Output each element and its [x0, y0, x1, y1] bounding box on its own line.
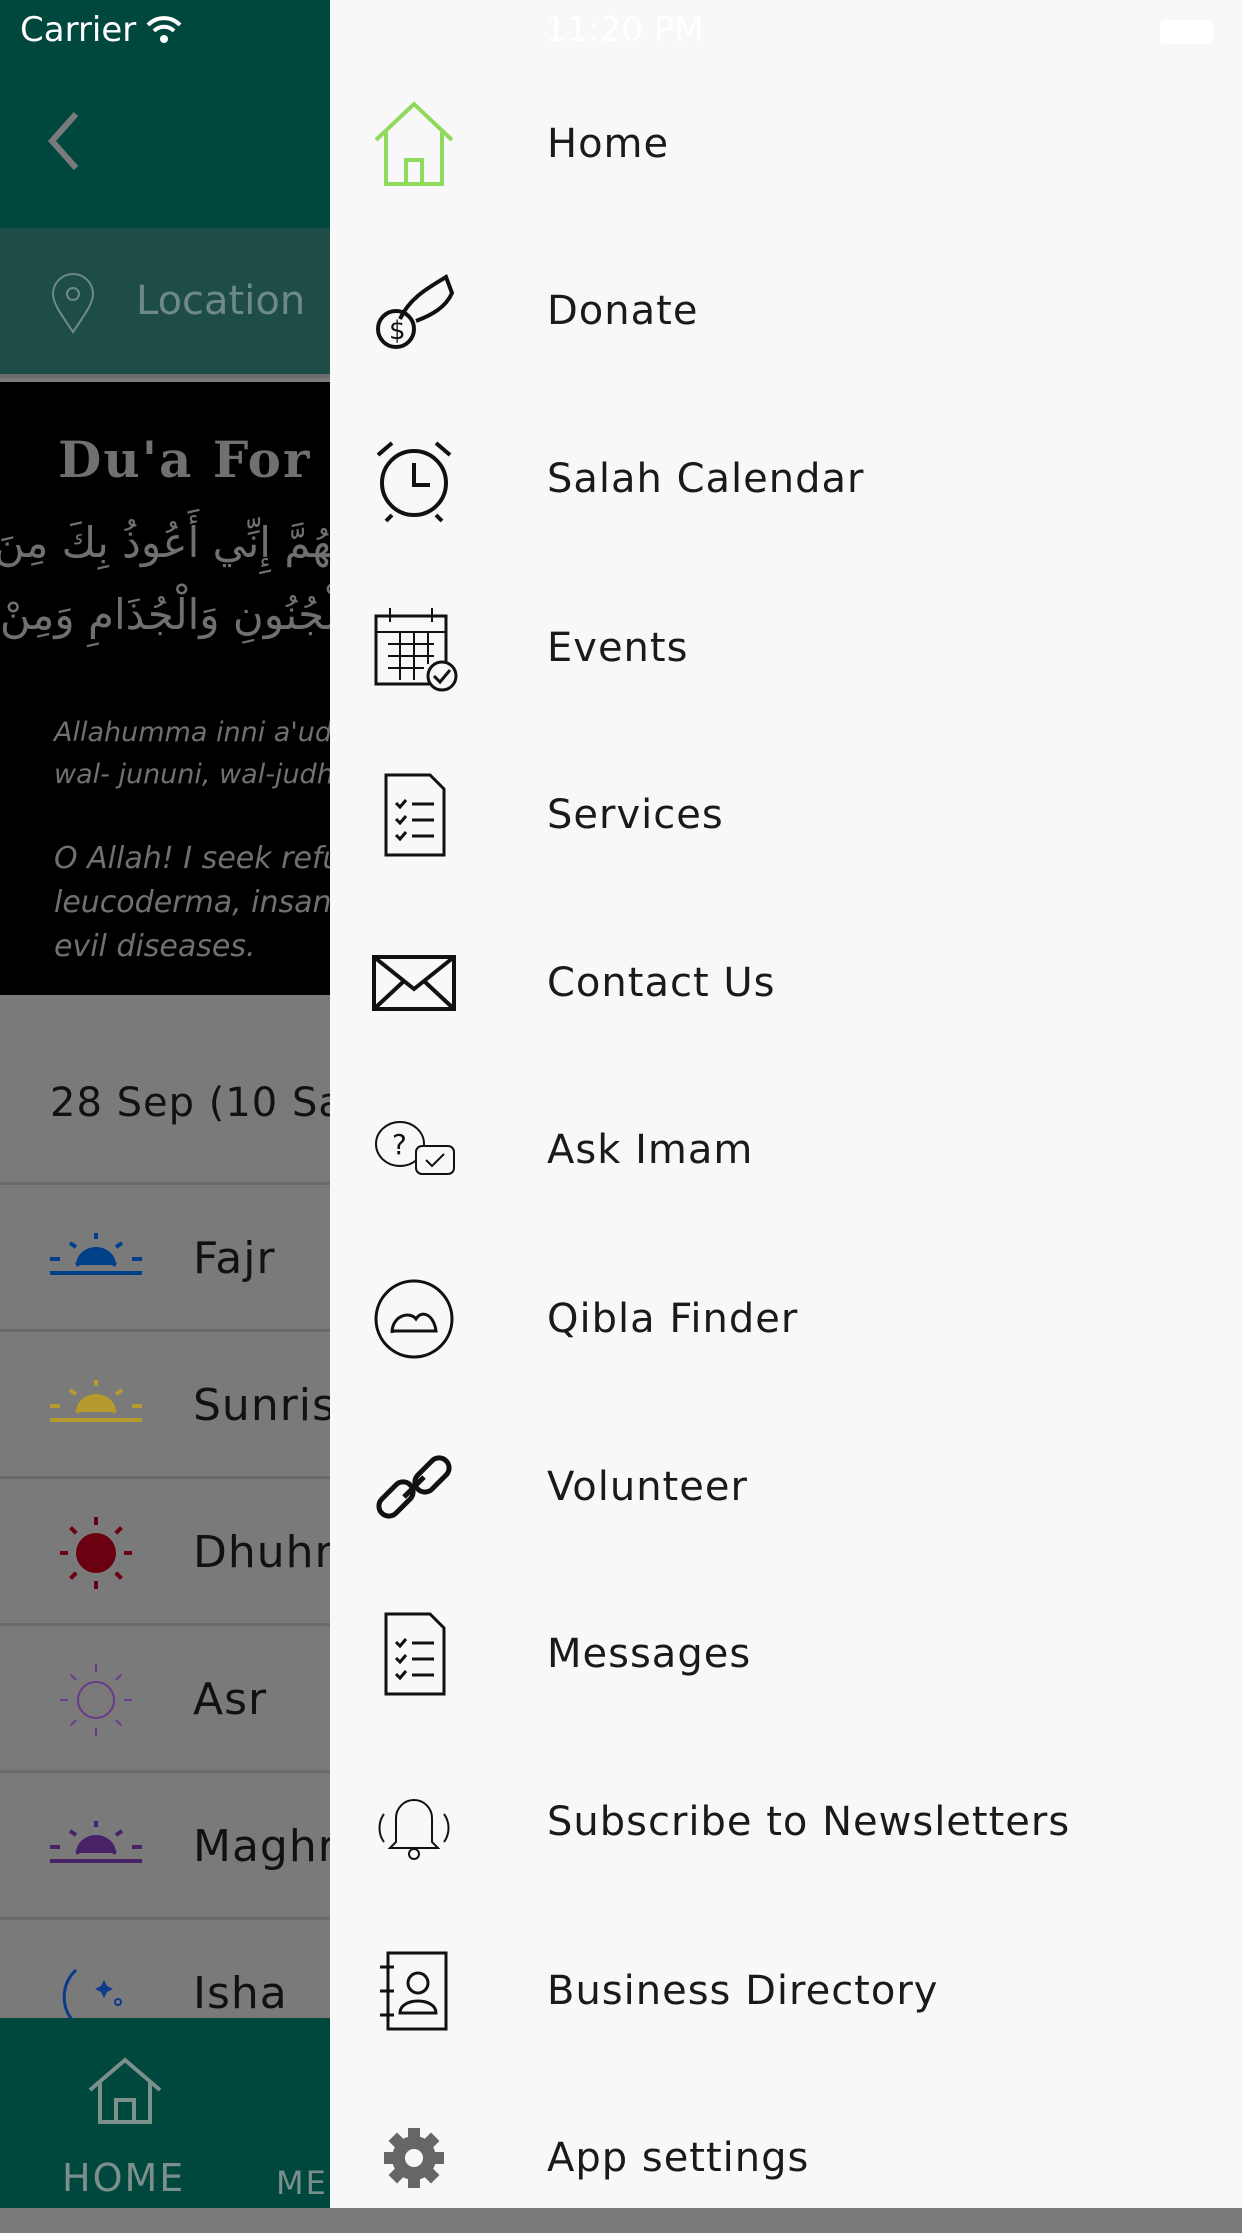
drawer-item-salah-calendar[interactable]: Salah Calendar	[330, 404, 1242, 554]
drawer-item-donate[interactable]: $ Donate	[330, 236, 1242, 386]
dua-transliteration-line: Allahumma inni a'udhu	[54, 717, 330, 748]
navigation-drawer: 11:20 PM Home $ Donate Salah Calendar Events…	[330, 0, 1242, 2208]
question-chat-icon: ?	[370, 1106, 458, 1194]
prayer-name: Isha	[193, 1968, 288, 2019]
status-carrier: Carrier	[20, 10, 182, 50]
drawer-item-subscribe-to-newsletters[interactable]: Subscribe to Newsletters	[330, 1747, 1242, 1897]
link-chain-icon	[370, 1443, 458, 1531]
calendar-check-icon	[370, 604, 458, 692]
drawer-item-label: Messages	[547, 1631, 752, 1677]
drawer-item-label: Volunteer	[547, 1464, 748, 1510]
drawer-item-home[interactable]: Home	[330, 69, 1242, 219]
dua-translation: O Allah! I seek refug leucoderma, insanit…	[54, 837, 330, 969]
dua-arabic-line: اللَّهُمَّ إِنِّي أَعُوذُ بِكَ مِنَ الْب…	[0, 518, 330, 567]
dua-translation-line: leucoderma, insanit	[54, 885, 330, 920]
dua-banner: Du'a For اللَّهُمَّ إِنِّي أَعُوذُ بِكَ …	[0, 382, 330, 995]
location-bar[interactable]: Location	[0, 228, 330, 378]
prayer-compass-icon	[370, 1275, 458, 1363]
app-header: Carrier	[0, 0, 330, 228]
prayer-time-icon	[50, 1821, 142, 1863]
drawer-item-label: Donate	[547, 288, 699, 334]
dua-translation-line: O Allah! I seek refug	[54, 841, 330, 876]
prayer-time-icon	[60, 1517, 132, 1589]
back-chevron-icon[interactable]	[44, 110, 84, 172]
battery-icon	[1160, 20, 1214, 44]
location-pin-icon	[51, 273, 95, 334]
tab-second[interactable]: ME	[276, 2164, 328, 2202]
prayer-time-icon	[50, 1380, 142, 1422]
drawer-item-label: Subscribe to Newsletters	[547, 1799, 1071, 1845]
drawer-item-label: Salah Calendar	[547, 456, 865, 502]
prayer-row: Asr	[0, 1626, 330, 1773]
svg-text:$: $	[389, 316, 406, 346]
drawer-item-volunteer[interactable]: Volunteer	[330, 1412, 1242, 1562]
dua-title: Du'a For	[58, 430, 312, 489]
drawer-item-label: Home	[547, 121, 670, 167]
background-screen: Carrier Location Du'a For اللَّهُمَّ إِن…	[0, 0, 330, 2208]
prayer-time-icon	[50, 1233, 142, 1275]
drawer-item-label: Contact Us	[547, 960, 776, 1006]
drawer-item-label: Events	[547, 625, 689, 671]
drawer-item-label: Services	[547, 792, 724, 838]
prayer-name: Dhuhr	[193, 1527, 330, 1578]
drawer-item-messages[interactable]: Messages	[330, 1579, 1242, 1729]
bottom-nav: HOME ME	[0, 2018, 330, 2208]
prayer-row: Dhuhr	[0, 1479, 330, 1626]
dua-transliteration: Allahumma inni a'udhu wal- jununi, wal-ju…	[54, 712, 330, 796]
drawer-item-app-settings[interactable]: App settings	[330, 2083, 1242, 2233]
home-icon	[370, 100, 458, 188]
dua-arabic-line: وَالْجُنُونِ وَالْجُذَامِ وَمِنْ سَيِّئِ…	[0, 590, 330, 639]
prayer-name: Sunris	[193, 1380, 330, 1431]
contact-book-icon	[370, 1947, 458, 2035]
status-time: 11:20 PM	[545, 10, 704, 50]
drawer-item-business-directory[interactable]: Business Directory	[330, 1916, 1242, 2066]
checklist-document-icon	[370, 1610, 458, 1698]
prayer-row: Sunris	[0, 1332, 330, 1479]
home-tab-icon[interactable]	[86, 2056, 164, 2126]
location-label: Location	[136, 278, 306, 324]
prayer-name: Fajr	[193, 1233, 276, 1284]
prayer-row: Fajr	[0, 1185, 330, 1332]
tab-home[interactable]: HOME	[62, 2156, 185, 2200]
alarm-clock-icon	[370, 435, 458, 523]
drawer-item-label: App settings	[547, 2135, 810, 2181]
prayer-row: Maghr	[0, 1773, 330, 1920]
drawer-item-label: Business Directory	[547, 1968, 939, 2014]
drawer-item-events[interactable]: Events	[330, 573, 1242, 723]
dua-arabic: اللَّهُمَّ إِنِّي أَعُوذُ بِكَ مِنَ الْب…	[0, 507, 330, 651]
prayer-name: Maghr	[193, 1821, 330, 1872]
checklist-document-icon	[370, 771, 458, 859]
gear-icon	[370, 2114, 458, 2202]
dua-transliteration-line: wal- jununi, wal-judha	[54, 759, 330, 790]
date-label: 28 Sep (10 Sa	[50, 1080, 330, 1126]
carrier-label: Carrier	[20, 10, 137, 50]
wifi-icon	[146, 16, 182, 43]
drawer-item-contact-us[interactable]: Contact Us	[330, 908, 1242, 1058]
bell-icon	[370, 1778, 458, 1866]
prayer-name: Asr	[193, 1674, 268, 1725]
dua-translation-line: evil diseases.	[54, 929, 256, 964]
drawer-item-label: Qibla Finder	[547, 1296, 799, 1342]
drawer-item-qibla-finder[interactable]: Qibla Finder	[330, 1244, 1242, 1394]
drawer-item-label: Ask Imam	[547, 1127, 754, 1173]
donate-hand-coin-icon: $	[370, 267, 458, 355]
envelope-icon	[370, 939, 458, 1027]
drawer-item-ask-imam[interactable]: ? Ask Imam	[330, 1075, 1242, 1225]
svg-text:?: ?	[392, 1128, 407, 1161]
prayer-time-icon	[60, 1664, 132, 1736]
drawer-item-services[interactable]: Services	[330, 740, 1242, 890]
